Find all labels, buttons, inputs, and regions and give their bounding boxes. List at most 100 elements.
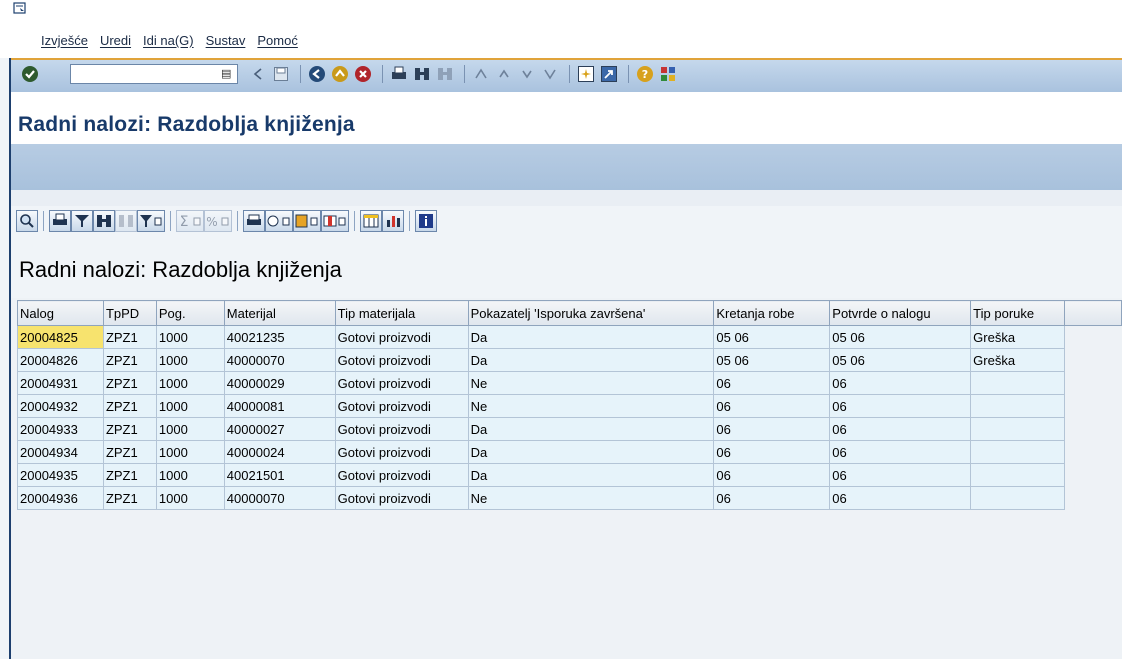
cell-kretanja-robe[interactable]: 06: [713, 371, 831, 395]
cell-tppd[interactable]: ZPZ1: [102, 440, 157, 464]
cell-nalog[interactable]: 20004936: [17, 486, 104, 510]
column-header-nalog[interactable]: Nalog: [17, 300, 104, 326]
graphic-button[interactable]: [382, 210, 404, 232]
cell-isporuka-zavrsena[interactable]: Da: [467, 325, 715, 349]
cell-tip-poruke[interactable]: Greška: [970, 348, 1066, 372]
column-header-tppd[interactable]: TpPD: [102, 300, 157, 326]
cell-potvrde[interactable]: 06: [829, 394, 972, 418]
cell-tip-poruke[interactable]: [970, 394, 1066, 418]
menu-izvjesce[interactable]: Izvješće: [41, 33, 88, 48]
cell-tip-materijala[interactable]: Gotovi proizvodi: [334, 371, 469, 395]
choose-layout-button[interactable]: [360, 210, 382, 232]
print-preview-button[interactable]: [49, 210, 71, 232]
cell-pog[interactable]: 1000: [155, 325, 225, 349]
back-icon[interactable]: [307, 64, 327, 84]
cell-nalog[interactable]: 20004933: [17, 417, 104, 441]
cell-pog[interactable]: 1000: [155, 486, 225, 510]
cell-materijal[interactable]: 40000027: [223, 417, 336, 441]
info-button[interactable]: [415, 210, 437, 232]
cell-tip-materijala[interactable]: Gotovi proizvodi: [334, 348, 469, 372]
exit-icon[interactable]: [330, 64, 350, 84]
column-header-tip-materijala[interactable]: Tip materijala: [334, 300, 469, 326]
cell-materijal[interactable]: 40000024: [223, 440, 336, 464]
column-header-kretanja-robe[interactable]: Kretanja robe: [713, 300, 831, 326]
cell-pog[interactable]: 1000: [155, 463, 225, 487]
cell-tppd[interactable]: ZPZ1: [102, 417, 157, 441]
cell-tppd[interactable]: ZPZ1: [102, 325, 157, 349]
cell-materijal[interactable]: 40021235: [223, 325, 336, 349]
cell-isporuka-zavrsena[interactable]: Ne: [467, 486, 715, 510]
cell-tppd[interactable]: ZPZ1: [102, 371, 157, 395]
cell-materijal[interactable]: 40021501: [223, 463, 336, 487]
layout-button[interactable]: [321, 210, 349, 232]
cell-isporuka-zavrsena[interactable]: Da: [467, 463, 715, 487]
find-icon[interactable]: [412, 64, 432, 84]
cell-potvrde[interactable]: 05 06: [829, 325, 972, 349]
cell-tip-materijala[interactable]: Gotovi proizvodi: [334, 325, 469, 349]
cancel-icon[interactable]: [353, 64, 373, 84]
cell-kretanja-robe[interactable]: 05 06: [713, 325, 831, 349]
column-header-materijal[interactable]: Materijal: [223, 300, 336, 326]
column-header-tip-poruke[interactable]: Tip poruke: [970, 300, 1066, 326]
cell-nalog[interactable]: 20004935: [17, 463, 104, 487]
cell-isporuka-zavrsena[interactable]: Da: [467, 417, 715, 441]
cell-nalog[interactable]: 20004931: [17, 371, 104, 395]
cell-nalog[interactable]: 20004934: [17, 440, 104, 464]
cell-tip-poruke[interactable]: [970, 463, 1066, 487]
find-next-button[interactable]: [115, 210, 137, 232]
views-button[interactable]: [265, 210, 293, 232]
cell-tip-poruke[interactable]: [970, 486, 1066, 510]
filter-button[interactable]: [137, 210, 165, 232]
set-filter-button[interactable]: [71, 210, 93, 232]
cell-nalog[interactable]: 20004826: [17, 348, 104, 372]
cell-materijal[interactable]: 40000029: [223, 371, 336, 395]
new-session-icon[interactable]: [576, 64, 596, 84]
cell-potvrde[interactable]: 06: [829, 486, 972, 510]
next-page-icon[interactable]: [517, 64, 537, 84]
cell-potvrde[interactable]: 06: [829, 440, 972, 464]
save-icon[interactable]: [271, 64, 291, 84]
column-header-pog[interactable]: Pog.: [155, 300, 225, 326]
save-prev-icon[interactable]: [248, 64, 268, 84]
cell-pog[interactable]: 1000: [155, 348, 225, 372]
cell-tip-poruke[interactable]: [970, 417, 1066, 441]
menu-sustav[interactable]: Sustav: [206, 33, 246, 48]
cell-tip-poruke[interactable]: Greška: [970, 325, 1066, 349]
column-header-potvrde-o-nalogu[interactable]: Potvrde o nalogu: [829, 300, 972, 326]
first-page-icon[interactable]: [471, 64, 491, 84]
enter-icon[interactable]: [21, 65, 39, 83]
cell-isporuka-zavrsena[interactable]: Ne: [467, 394, 715, 418]
customize-layout-icon[interactable]: [658, 64, 678, 84]
cell-potvrde[interactable]: 06: [829, 463, 972, 487]
menu-idi-na[interactable]: Idi na(G): [143, 33, 194, 48]
menu-uredi[interactable]: Uredi: [100, 33, 131, 48]
cell-tip-poruke[interactable]: [970, 440, 1066, 464]
cell-potvrde[interactable]: 06: [829, 371, 972, 395]
cell-tppd[interactable]: ZPZ1: [102, 463, 157, 487]
cell-pog[interactable]: 1000: [155, 417, 225, 441]
command-history-icon[interactable]: ▤: [221, 67, 231, 80]
window-menu-icon[interactable]: [13, 2, 27, 15]
cell-kretanja-robe[interactable]: 06: [713, 463, 831, 487]
cell-kretanja-robe[interactable]: 06: [713, 486, 831, 510]
cell-tppd[interactable]: ZPZ1: [102, 394, 157, 418]
cell-pog[interactable]: 1000: [155, 394, 225, 418]
cell-tppd[interactable]: ZPZ1: [102, 486, 157, 510]
command-field[interactable]: [70, 64, 238, 84]
cell-kretanja-robe[interactable]: 05 06: [713, 348, 831, 372]
help-icon[interactable]: ?: [635, 64, 655, 84]
find-next-icon[interactable]: [435, 64, 455, 84]
cell-tip-materijala[interactable]: Gotovi proizvodi: [334, 394, 469, 418]
cell-tip-poruke[interactable]: [970, 371, 1066, 395]
cell-tip-materijala[interactable]: Gotovi proizvodi: [334, 417, 469, 441]
cell-tip-materijala[interactable]: Gotovi proizvodi: [334, 463, 469, 487]
export-button[interactable]: [293, 210, 321, 232]
cell-isporuka-zavrsena[interactable]: Ne: [467, 371, 715, 395]
subtotal-button[interactable]: %: [204, 210, 232, 232]
previous-page-icon[interactable]: [494, 64, 514, 84]
cell-kretanja-robe[interactable]: 06: [713, 417, 831, 441]
last-page-icon[interactable]: [540, 64, 560, 84]
cell-nalog[interactable]: 20004932: [17, 394, 104, 418]
print-icon[interactable]: [389, 64, 409, 84]
cell-tppd[interactable]: ZPZ1: [102, 348, 157, 372]
